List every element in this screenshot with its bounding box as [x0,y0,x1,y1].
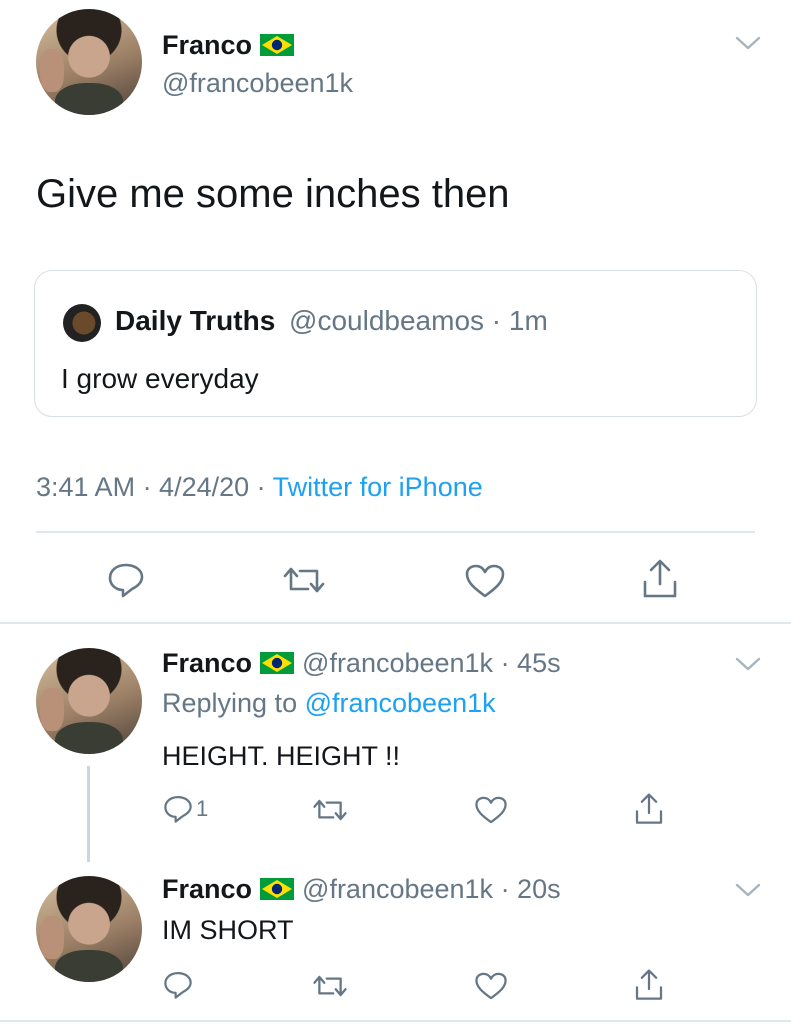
author-handle[interactable]: @francobeen1k [162,68,353,99]
tweet-meta: 3:41 AM · 4/24/20 · Twitter for iPhone [36,472,483,503]
reply1-header: Franco @francobeen1k · 45s [162,646,561,680]
chevron-down-icon[interactable] [735,656,761,672]
chevron-down-icon[interactable] [735,882,761,898]
replying-to: Replying to @francobeen1k [162,688,496,719]
heart-icon[interactable] [474,795,508,825]
brazil-flag-icon [260,652,295,674]
divider [36,531,755,533]
reply1-author-name[interactable]: Franco [162,648,252,679]
chevron-down-icon[interactable] [735,35,761,51]
retweet-icon[interactable] [312,796,348,824]
replying-to-handle[interactable]: @francobeen1k [305,688,496,718]
heart-icon[interactable] [474,971,508,1001]
reply1-reply-action[interactable]: 1 [162,794,208,824]
share-icon[interactable] [640,558,680,600]
replying-to-prefix: Replying to [162,688,305,718]
reply-icon[interactable] [162,970,194,1000]
author-name-row[interactable]: Franco [162,29,295,61]
bottom-divider [0,1020,791,1022]
section-divider [0,622,791,624]
author-name: Franco [162,29,253,60]
reply1-handle-time: @francobeen1k · 45s [302,647,561,678]
quoted-tweet-text: I grow everyday [61,363,259,394]
quoted-author-avatar [63,304,101,342]
tweet-timestamp: 3:41 AM · 4/24/20 · [36,472,273,502]
quoted-author-row: Daily Truths @couldbeamos · 1m [115,305,548,337]
reply-icon[interactable] [162,794,194,824]
brazil-flag-icon [260,878,295,900]
retweet-icon[interactable] [312,972,348,1000]
reply2-avatar[interactable] [36,876,142,982]
reply-icon[interactable] [106,561,146,599]
reply2-author-name[interactable]: Franco [162,874,252,905]
thread-connector-line [87,766,90,862]
retweet-icon[interactable] [282,563,326,597]
tweet-text: Give me some inches then [36,172,510,216]
reply2-header: Franco @francobeen1k · 20s [162,872,561,906]
quoted-author-name: Daily Truths [115,305,276,336]
brazil-flag-icon [260,34,295,56]
heart-icon[interactable] [464,563,506,599]
reply-count: 1 [196,796,209,821]
reply1-avatar[interactable] [36,648,142,754]
share-icon[interactable] [633,968,665,1002]
tweet-source-link[interactable]: Twitter for iPhone [273,472,483,502]
author-avatar[interactable] [36,9,142,115]
reply2-text: IM SHORT [162,915,294,945]
quoted-handle-time: @couldbeamos · 1m [289,305,548,336]
quoted-tweet-card[interactable]: Daily Truths @couldbeamos · 1m I grow ev… [34,270,757,417]
share-icon[interactable] [633,792,665,826]
reply1-text: HEIGHT. HEIGHT !! [162,741,401,771]
reply2-handle-time: @francobeen1k · 20s [302,873,561,904]
